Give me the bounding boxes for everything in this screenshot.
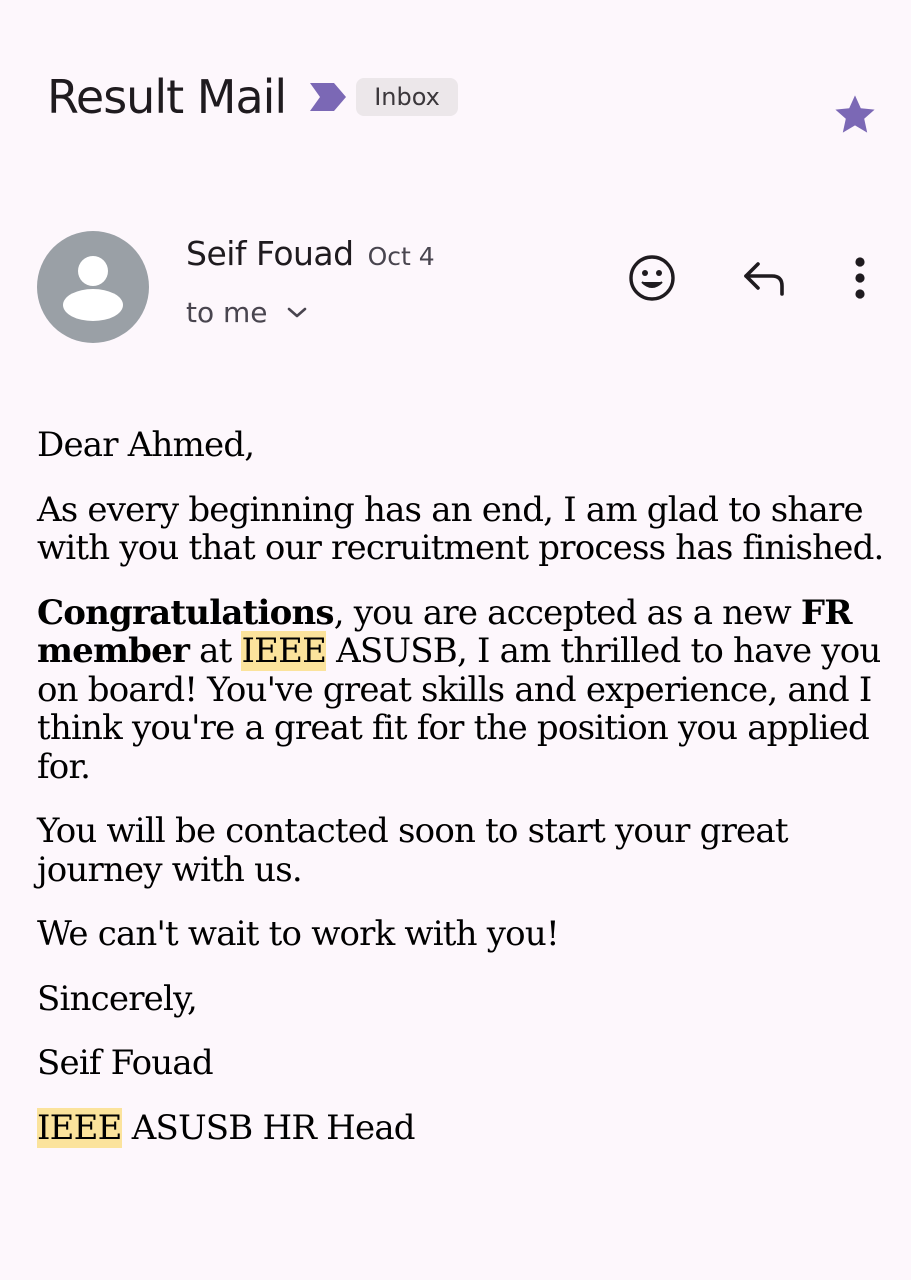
inbox-label-chip[interactable]: Inbox	[356, 78, 458, 116]
closing: Sincerely,	[37, 978, 198, 1019]
paragraph-excitement: We can't wait to work with you!	[37, 914, 560, 954]
emoji-reaction-icon[interactable]	[624, 250, 680, 306]
email-body: Dear Ahmed, As every beginning has an en…	[37, 426, 887, 1173]
signature-name: Seif Fouad	[37, 1043, 214, 1083]
recipient-details-toggle[interactable]: to me	[186, 296, 308, 329]
paragraph-contact: You will be contacted soon to start your…	[37, 811, 788, 890]
signature-title-line: IEEE ASUSB HR Head	[37, 1107, 887, 1148]
acceptance-text-1: , you are accepted as a new	[333, 592, 801, 633]
sender-line: Seif Fouad Oct 4	[186, 234, 435, 273]
person-icon	[63, 256, 123, 321]
chevron-down-icon	[286, 306, 308, 320]
message-date: Oct 4	[367, 242, 435, 271]
signature-title: ASUSB HR Head	[121, 1107, 416, 1148]
subject-row: Result Mail Inbox	[47, 70, 458, 124]
star-icon[interactable]	[830, 90, 880, 140]
sender-avatar[interactable]	[37, 231, 149, 343]
recipient-text: to me	[186, 296, 268, 329]
paragraph-acceptance: Congratulations, you are accepted as a n…	[37, 592, 887, 787]
more-options-icon[interactable]	[836, 250, 884, 306]
congratulations-text: Congratulations	[37, 592, 335, 633]
email-subject: Result Mail	[47, 70, 287, 124]
importance-marker-icon[interactable]	[308, 80, 348, 114]
sender-name[interactable]: Seif Fouad	[186, 234, 354, 273]
acceptance-text-2: at	[189, 631, 242, 671]
ieee-highlight: IEEE	[241, 631, 327, 671]
greeting: Dear Ahmed,	[37, 425, 255, 465]
signature-ieee-highlight: IEEE	[37, 1107, 123, 1148]
reply-icon[interactable]	[736, 250, 792, 306]
paragraph-recruitment-finished: As every beginning has an end, I am glad…	[37, 489, 884, 568]
